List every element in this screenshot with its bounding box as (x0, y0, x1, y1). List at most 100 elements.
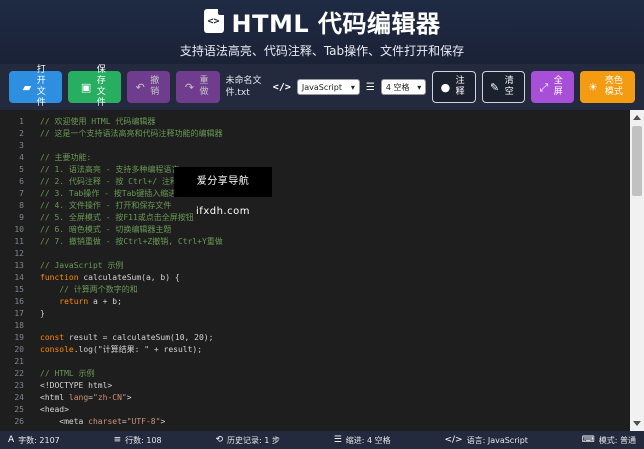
code-token: lang (68, 393, 89, 402)
code-line: // 4. 文件操作 - 打开和保存文件 (40, 200, 626, 212)
save-file-button[interactable]: ▣ 保存文件 (68, 65, 122, 108)
code-token: <head> (40, 405, 69, 414)
code-token: return (59, 297, 89, 306)
line-number: 23 (14, 381, 24, 390)
line-number: 17 (14, 309, 24, 318)
code-token: function (40, 273, 79, 282)
code-line: // 计算两个数字的和 (40, 284, 626, 296)
code-editor[interactable]: 1 2 3 4 5 6 7 8 9 10 11 12 13 14 15 16 17 18 19 20 21 22 23 24 2… (0, 110, 644, 431)
indent-icon: ☰ (365, 81, 375, 93)
code-token: .log( (73, 345, 98, 354)
line-number: 24 (14, 393, 24, 402)
line-number-gutter: 1 2 3 4 5 6 7 8 9 10 11 12 13 14 15 16 17 18 19 20 21 22 23 24 2… (0, 110, 32, 431)
page-title: HTML 代码编辑器 (231, 9, 441, 38)
code-line: // 3. Tab操作 - 按Tab键插入缩进 (40, 188, 626, 200)
code-token: // 3. Tab操作 - 按Tab键插入缩进 (40, 189, 177, 198)
comment-button[interactable]: ● 注释 (432, 71, 476, 103)
code-token: "计算结果: " (97, 345, 150, 354)
code-line: // 主要功能: (40, 152, 626, 164)
theme-toggle-label: 亮色模式 (604, 76, 623, 97)
page-subtitle: 支持语法高亮、代码注释、Tab操作、文件打开和保存 (179, 44, 465, 58)
fullscreen-button[interactable]: ⤢ 全屏 (530, 71, 574, 103)
line-number: 16 (14, 297, 24, 306)
line-number: 5 (19, 165, 24, 174)
code-token: // HTML 示例 (40, 369, 95, 378)
line-number: 3 (19, 141, 24, 150)
code-line: // 6. 暗色模式 - 切换编辑器主题 (40, 224, 626, 236)
open-file-label: 打开文件 (36, 65, 46, 108)
language-select[interactable]: JavaScript ▾ (296, 79, 360, 95)
line-number: 19 (14, 333, 24, 342)
code-token: > (160, 417, 166, 426)
code-line: // 7. 撤销重做 - 按Ctrl+Z撤销, Ctrl+Y重做 (40, 236, 626, 248)
code-line: <html lang="zh-CN"> (40, 392, 626, 404)
language-select-value: JavaScript (301, 82, 342, 92)
code-line: // 1. 语法高亮 - 支持多种编程语言 (40, 164, 626, 176)
code-token: <html (40, 393, 69, 402)
scroll-thumb[interactable] (632, 126, 642, 196)
save-icon: ▣ (80, 80, 92, 94)
theme-toggle-button[interactable]: ☀ 亮色模式 (579, 71, 635, 103)
scroll-up-arrow-icon[interactable] (633, 115, 641, 120)
watermark-overlay: 爱分享导航 ifxdh.com (174, 167, 272, 217)
code-line: // HTML 示例 (40, 368, 626, 380)
status-history: ⟲ 历史记录: 1 步 (215, 435, 280, 445)
save-file-label: 保存文件 (96, 65, 106, 108)
file-code-icon: <> (203, 9, 224, 33)
vertical-scrollbar[interactable] (630, 110, 644, 431)
undo-icon: ↶ (135, 80, 145, 94)
code-token: a + b; (88, 297, 122, 306)
status-lines: ≡ 行数: 108 (113, 435, 162, 445)
code-token: // 4. 文件操作 - 打开和保存文件 (40, 201, 172, 210)
open-file-button[interactable]: ▰ 打开文件 (9, 65, 63, 108)
line-number: 2 (19, 129, 24, 138)
status-chars: A 字数: 2107 (8, 435, 60, 445)
history-icon: ⟲ (215, 435, 224, 445)
clear-button[interactable]: ✎ 清空 (481, 71, 525, 103)
code-line: } (40, 308, 626, 320)
line-number: 13 (14, 261, 24, 270)
line-number: 7 (19, 189, 24, 198)
code-area[interactable]: // 欢迎使用 HTML 代码编辑器 // 这是一个支持语法高亮和代码注释功能的编… (40, 110, 626, 428)
line-number: 20 (14, 345, 24, 354)
line-number: 15 (14, 285, 24, 294)
code-token: <!DOCTYPE html> (40, 381, 113, 390)
line-number: 10 (14, 225, 24, 234)
folder-open-icon: ▰ (22, 80, 32, 94)
line-number: 25 (14, 405, 24, 414)
indent-select[interactable]: 4 空格 ▾ (380, 79, 427, 95)
line-number: 11 (14, 237, 24, 246)
chevron-down-icon: ▾ (417, 82, 422, 92)
scroll-down-arrow-icon[interactable] (633, 421, 641, 426)
code-line: const result = calculateSum(10, 20); (40, 332, 626, 344)
line-number: 8 (19, 201, 24, 210)
fullscreen-label: 全屏 (553, 76, 563, 97)
code-line: <!DOCTYPE html> (40, 380, 626, 392)
code-token: // JavaScript 示例 (40, 261, 124, 270)
code-token: "UTF-8" (126, 417, 161, 426)
list-icon: ≡ (113, 435, 122, 445)
code-token: // 欢迎使用 HTML 代码编辑器 (40, 117, 156, 126)
code-token: charset (88, 417, 122, 426)
redo-label: 重做 (199, 76, 209, 97)
app-header: <> HTML 代码编辑器 支持语法高亮、代码注释、Tab操作、文件打开和保存 (0, 0, 644, 64)
expand-icon: ⤢ (539, 80, 549, 94)
indent-icon: ☰ (333, 435, 342, 445)
comment-label: 注释 (455, 76, 465, 97)
code-token: > (126, 393, 132, 402)
undo-button[interactable]: ↶ 撤销 (127, 71, 171, 103)
status-language: </> 语言: JavaScript (444, 435, 528, 445)
title-row: <> HTML 代码编辑器 (0, 6, 644, 38)
code-token: result = calculateSum(10, 20); (64, 333, 214, 342)
status-indent: ☰ 缩进: 4 空格 (333, 435, 391, 445)
redo-button[interactable]: ↷ 重做 (176, 71, 220, 103)
code-token: <meta (40, 417, 89, 426)
code-line: return a + b; (40, 296, 626, 308)
code-token: console (40, 345, 74, 354)
indent-select-value: 4 空格 (385, 82, 410, 92)
code-token: // 计算两个数字的和 (40, 285, 138, 294)
code-token: // 5. 全屏模式 - 按F11或点击全屏按钮 (40, 213, 194, 222)
